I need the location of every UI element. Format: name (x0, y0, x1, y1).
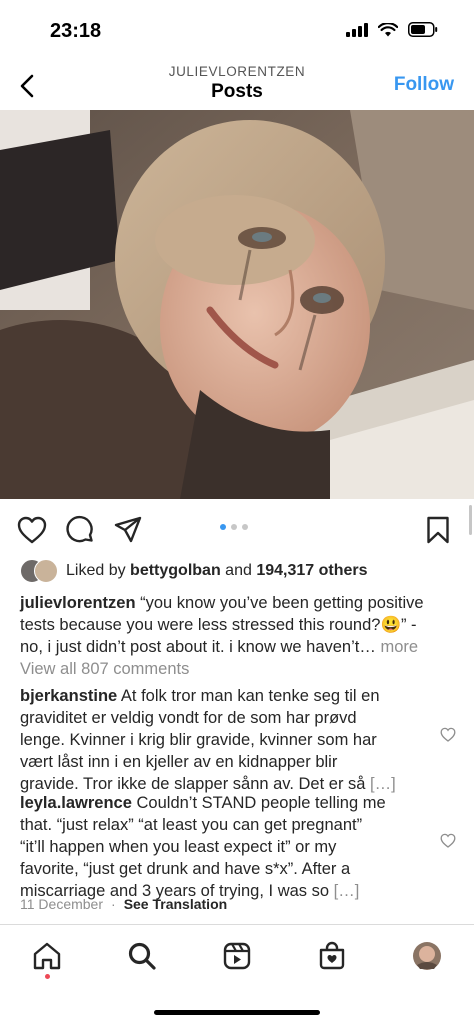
comment-text: lenge. Kvinner i krig blir gravide, kvin… (20, 731, 377, 749)
home-indicator (154, 1010, 320, 1015)
tab-reels[interactable] (217, 936, 257, 976)
search-icon (128, 942, 156, 970)
comment-text: At folk tror man kan tenke seg til en (120, 687, 380, 705)
comment-text: gravide. Tror ikke de slapper sånn av. D… (20, 775, 366, 793)
caption-more-link[interactable]: more (380, 638, 418, 656)
header: JULIEVLORENTZEN Posts Follow (0, 62, 474, 110)
carousel-indicator (220, 524, 248, 530)
caption-text: tests because you were less stressed thi… (20, 616, 417, 634)
likes-row[interactable]: Liked by bettygolban and 194,317 others (20, 558, 368, 584)
profile-avatar (413, 942, 441, 970)
status-bar: 23:18 (0, 0, 474, 62)
comment: leyla.lawrence Couldn’t STAND people tel… (20, 792, 420, 902)
follow-button[interactable]: Follow (394, 74, 454, 96)
status-icons (346, 22, 438, 37)
notification-dot (45, 974, 50, 979)
tab-profile[interactable] (407, 936, 447, 976)
bottom-tab-bar (0, 926, 474, 986)
home-icon (33, 942, 61, 970)
likes-count[interactable]: 194,317 others (256, 562, 367, 580)
tabbar-divider (0, 924, 474, 925)
tab-shop[interactable] (312, 936, 352, 976)
shop-icon (319, 941, 345, 970)
caption-text: “you know you’ve been getting positive (140, 594, 424, 612)
battery-icon (408, 22, 438, 37)
save-button[interactable] (422, 514, 454, 546)
carousel-dot (231, 524, 237, 530)
tab-search[interactable] (122, 936, 162, 976)
see-translation-link[interactable]: See Translation (124, 896, 227, 912)
reels-icon (223, 942, 251, 970)
wifi-icon (378, 22, 398, 36)
liker-username[interactable]: bettygolban (130, 562, 221, 580)
avatar (34, 559, 58, 583)
comment-icon (66, 515, 93, 543)
comment-text: Couldn’t STAND people telling me (136, 794, 386, 812)
caption-username[interactable]: julievlorentzen (20, 594, 136, 612)
comment-text: “it’ll happen when you least expect it” … (20, 838, 337, 856)
comment-more-link[interactable]: […] (334, 882, 360, 900)
carousel-dot (242, 524, 248, 530)
cellular-signal-icon (346, 22, 368, 37)
comment-username[interactable]: leyla.lawrence (20, 794, 132, 812)
comment-like-icon[interactable] (440, 727, 456, 743)
comment-more-link[interactable]: […] (370, 775, 396, 793)
comment-button[interactable] (64, 514, 96, 546)
comment-text: vært låst inn i en kjeller av en kidnapp… (20, 753, 338, 771)
likes-and: and (225, 562, 252, 579)
liker-avatars (20, 559, 62, 583)
caption-text: no, i just didn’t post about it. i know … (20, 638, 376, 656)
share-button[interactable] (112, 514, 144, 546)
comment-text: graviditet er veldig vondt for de som ha… (20, 709, 357, 727)
comment-like-icon[interactable] (440, 833, 456, 849)
like-button[interactable] (16, 514, 48, 546)
post-photo (0, 110, 474, 499)
bookmark-icon (427, 516, 449, 544)
view-all-comments-link[interactable]: View all 807 comments (20, 658, 460, 680)
status-time: 23:18 (50, 20, 102, 42)
post-actions (0, 510, 474, 550)
post-meta: 11 December · See Translation (20, 896, 227, 912)
share-icon (114, 516, 142, 543)
meta-separator: · (111, 896, 116, 912)
comment-username[interactable]: bjerkanstine (20, 687, 117, 705)
tab-home[interactable] (27, 936, 67, 976)
comment: bjerkanstine At folk tror man kan tenke … (20, 685, 420, 795)
post-date: 11 December (20, 896, 104, 912)
caption: julievlorentzen “you know you’ve been ge… (20, 592, 460, 658)
comment-text: that. “just relax” “at least you can get… (20, 816, 363, 834)
likes-prefix: Liked by (66, 562, 126, 579)
scrollbar[interactable] (469, 505, 472, 535)
carousel-dot (220, 524, 226, 530)
post-image[interactable] (0, 110, 474, 499)
comment-text: favorite, “just get drunk and have s*x”.… (20, 860, 351, 878)
heart-icon (17, 516, 47, 544)
